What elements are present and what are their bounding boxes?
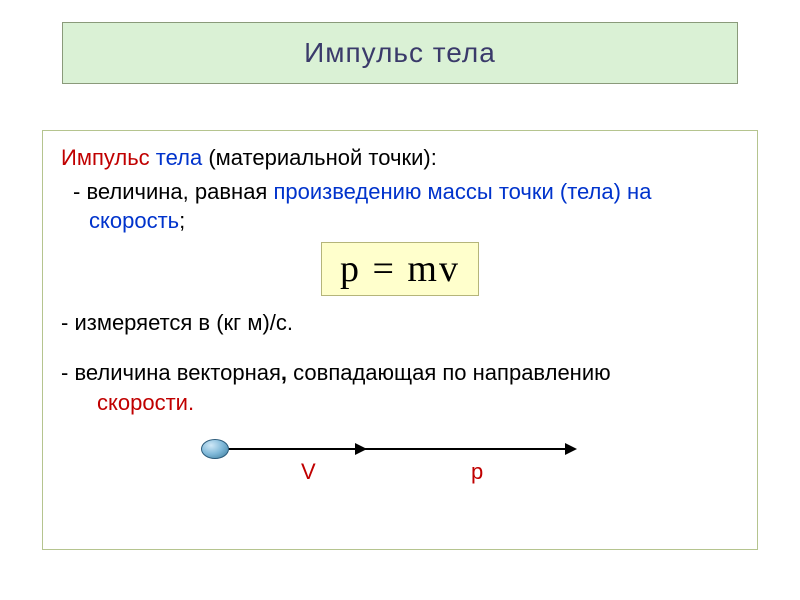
- label-p: p: [471, 459, 483, 485]
- bullet-definition: - величина, равная произведению массы то…: [61, 177, 739, 236]
- bullet-semi: ;: [179, 208, 185, 233]
- slide-title-box: Импульс тела: [62, 22, 738, 84]
- content-box: Импульс тела (материальной точки): - вел…: [42, 130, 758, 550]
- vector-red: скорости.: [97, 390, 194, 415]
- definition-line: Импульс тела (материальной точки):: [61, 143, 739, 173]
- arrow-v: [215, 448, 365, 450]
- vector-diagram: V p: [201, 435, 621, 489]
- term-red: Импульс: [61, 145, 150, 170]
- vector-part1: - величина векторная: [61, 360, 281, 385]
- bullet-lead: величина, равная: [86, 179, 273, 204]
- formula-wrap: p = mv: [61, 242, 739, 296]
- vector-line: - величина векторная, совпадающая по нап…: [61, 358, 739, 417]
- ball-icon: [201, 439, 229, 459]
- units-line: - измеряется в (кг м)/с.: [61, 310, 739, 336]
- bullet-dash: -: [73, 179, 86, 204]
- term-paren: (материальной точки):: [208, 145, 437, 170]
- vector-part2: совпадающая по направлению: [287, 360, 611, 385]
- term-blue: тела: [150, 145, 209, 170]
- formula-box: p = mv: [321, 242, 479, 296]
- label-v: V: [301, 459, 316, 485]
- slide-title: Импульс тела: [304, 37, 496, 69]
